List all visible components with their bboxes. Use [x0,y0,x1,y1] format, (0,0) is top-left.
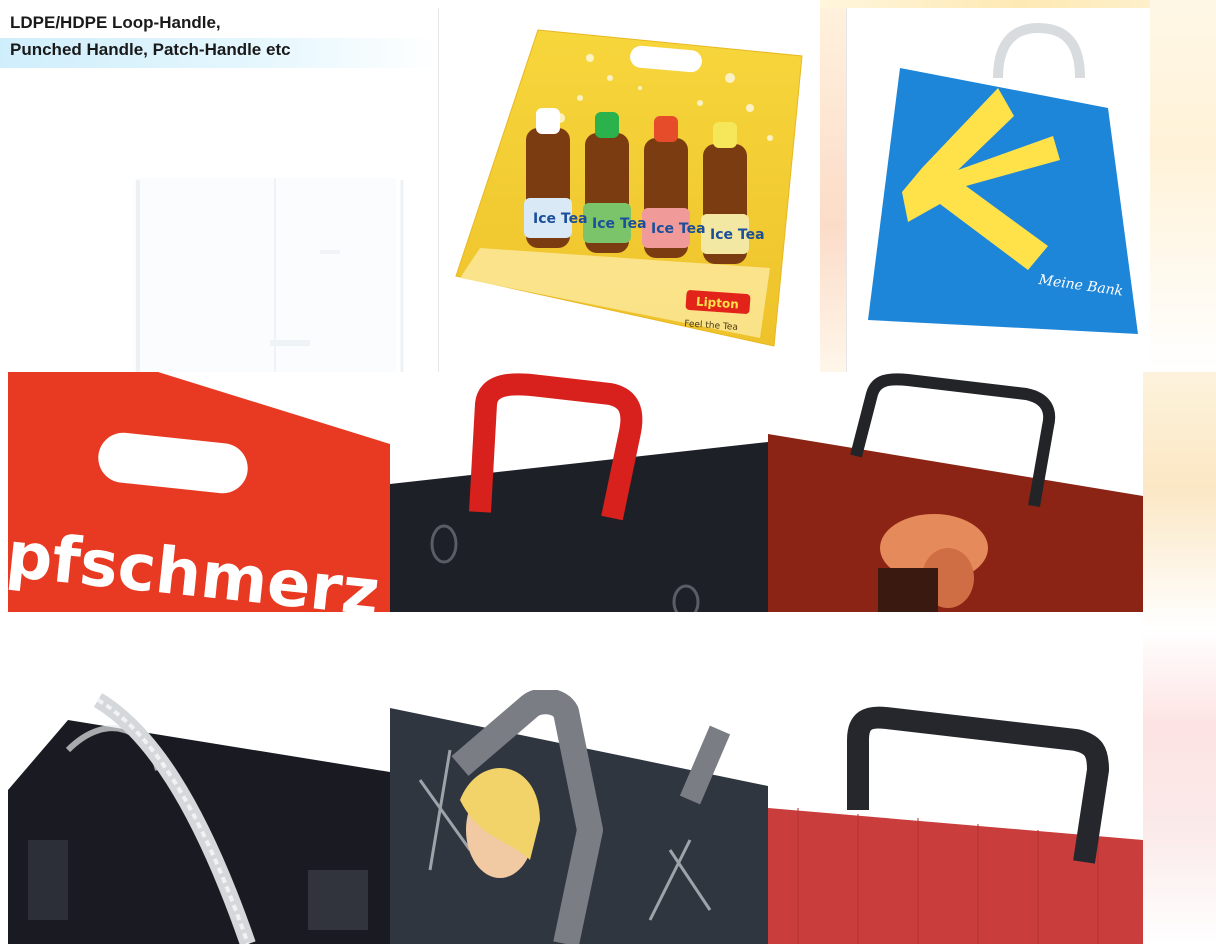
faint-bag-image [120,170,410,372]
slide-title: LDPE/HDPE Loop-Handle, Punched Handle, P… [10,13,291,59]
lipton-bag-photo: Ice Tea Ice Tea Ice Tea Ice Tea Lipton F… [440,8,820,372]
punched-handle-photo: pfschmerz [8,372,390,612]
lipton-product-label: Ice Tea [533,211,588,227]
background-right-panel [1143,372,1216,944]
bank-bag-photo: Meine Bank [848,8,1148,372]
rigid-handle-photo [768,372,1143,612]
patch-handle-photo [768,690,1143,944]
lipton-product-label: Ice Tea [651,221,706,237]
strap-handle-photo [390,690,768,944]
lipton-product-label: Ice Tea [710,227,765,243]
lipton-product-label: Ice Tea [592,216,647,232]
cord-handle-photo [8,690,390,944]
background-right-top [1150,0,1216,372]
photo-divider [846,8,847,372]
background-panel-edge [820,8,846,372]
photo-divider [438,8,439,372]
loop-handle-photo [390,372,768,612]
lipton-logo: Lipton [695,294,739,311]
